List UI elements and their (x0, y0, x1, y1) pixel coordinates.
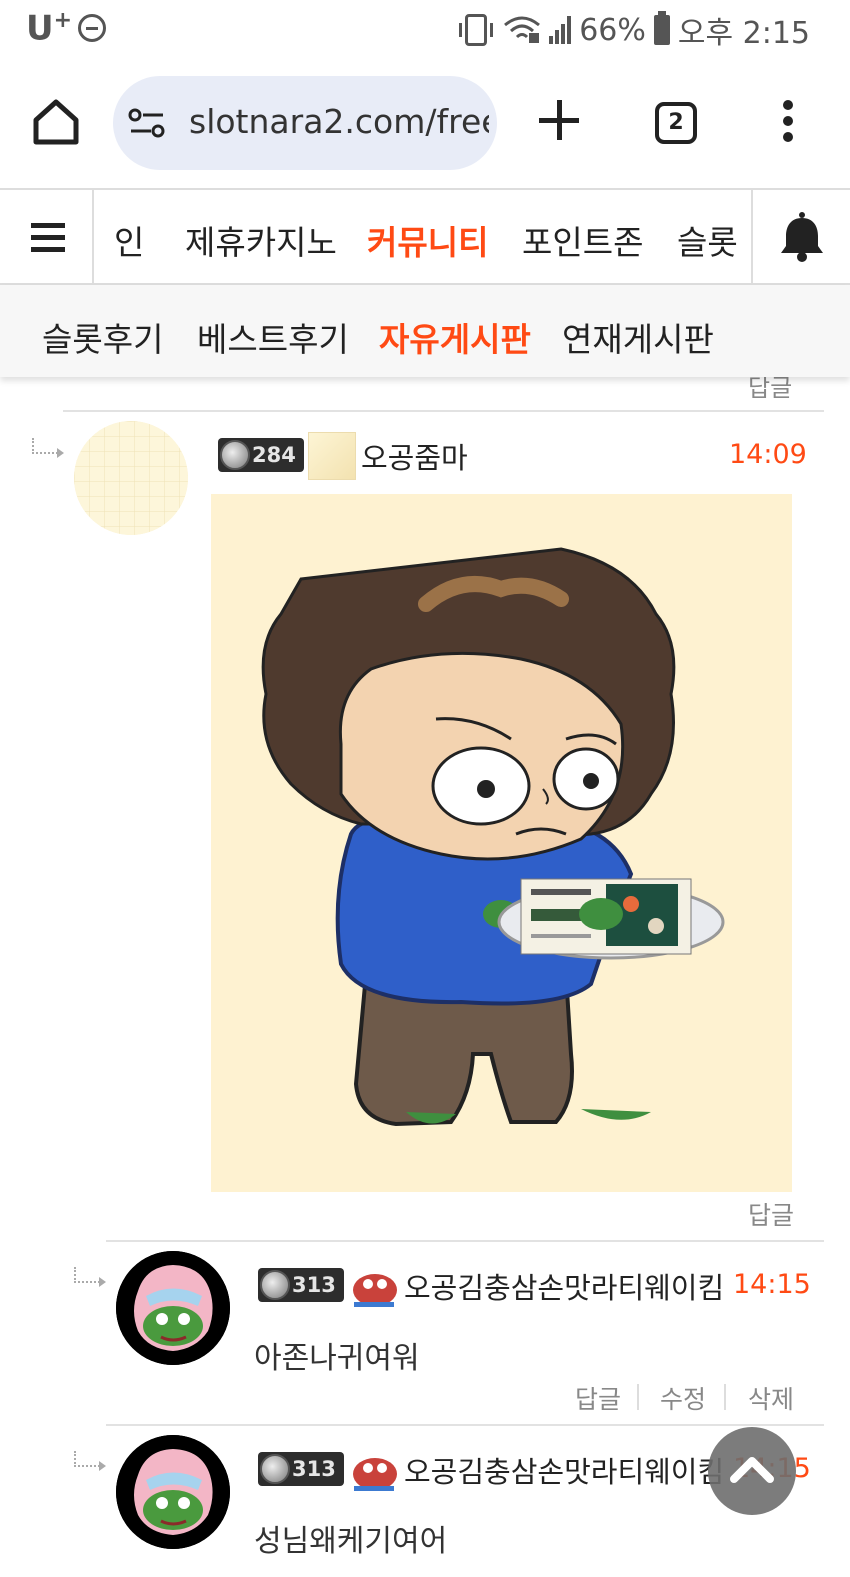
comment-text: 아존나귀여워 (254, 1341, 420, 1376)
status-bar: U+ 66% 오후 2:15 (0, 0, 850, 58)
reply-link[interactable]: 답글 (575, 1380, 621, 1416)
comment-nickname[interactable]: 오공줌마 (361, 435, 468, 477)
more-menu-icon[interactable] (778, 100, 798, 144)
signal-icon (549, 16, 572, 44)
nav-item-community[interactable]: 커뮤니티 (367, 216, 488, 264)
action-separator (637, 1384, 639, 1410)
action-separator (724, 1384, 726, 1410)
avatar[interactable] (116, 1251, 230, 1365)
site-nav: 인 제휴카지노 커뮤니티 포인트존 슬롯 (0, 188, 850, 285)
delete-link[interactable]: 삭제 (748, 1380, 794, 1416)
comment-nickname[interactable]: 오공김충삼손맛라티웨이킴 (404, 1449, 724, 1491)
browser-toolbar: slotnara2.com/free 2 (0, 58, 850, 188)
pepe-icon (353, 1274, 397, 1307)
subnav-free-board[interactable]: 자유게시판 (379, 313, 531, 361)
level-emblem-icon (260, 1270, 290, 1300)
carrier-label: U+ (26, 8, 73, 49)
new-tab-icon[interactable] (537, 98, 581, 142)
level-badge: 284 (218, 438, 304, 472)
address-bar[interactable]: slotnara2.com/free (113, 76, 497, 170)
cartoon-character-image (261, 547, 725, 1127)
nav-item-partner-casino[interactable]: 제휴카지노 (185, 216, 337, 264)
user-icon-square (308, 432, 356, 480)
comment-divider (106, 1240, 824, 1242)
level-badge: 313 (258, 1452, 344, 1486)
reply-arrow-icon (32, 438, 64, 458)
nav-item-login[interactable]: 인 (114, 216, 144, 264)
reply-arrow-icon (74, 1267, 106, 1287)
reply-link[interactable]: 답글 (748, 1196, 794, 1232)
notification-bell-icon[interactable] (751, 190, 850, 285)
nav-item-slot[interactable]: 슬롯 (677, 216, 738, 264)
do-not-disturb-icon (78, 14, 106, 42)
comment-nickname[interactable]: 오공김충삼손맛라티웨이킴 (404, 1265, 724, 1307)
avatar[interactable] (116, 1435, 230, 1549)
nav-item-point-zone[interactable]: 포인트존 (522, 216, 643, 264)
chevron-up-icon (730, 1457, 774, 1483)
home-icon[interactable] (30, 96, 82, 148)
scroll-to-top-button[interactable] (708, 1427, 796, 1515)
battery-icon (653, 11, 670, 45)
clock: 오후 2:15 (677, 16, 810, 51)
comment-image[interactable] (211, 494, 792, 1192)
reply-arrow-icon (74, 1451, 106, 1471)
subnav-slot-review[interactable]: 슬롯후기 (42, 313, 163, 361)
avatar[interactable] (74, 421, 188, 535)
comment-divider (63, 410, 824, 412)
level-emblem-icon (220, 440, 250, 470)
comment-time: 14:15 (733, 1269, 811, 1300)
subnav-best-review[interactable]: 베스트후기 (197, 313, 349, 361)
battery-percent: 66% (579, 12, 646, 48)
level-emblem-icon (260, 1454, 290, 1484)
url-text[interactable]: slotnara2.com/free (189, 102, 489, 141)
comment-text: 성님왜케기여어 (254, 1524, 448, 1559)
comment-time: 14:09 (729, 439, 807, 470)
subnav-serial-board[interactable]: 연재게시판 (562, 313, 714, 361)
comment-divider (106, 1424, 824, 1426)
edit-link[interactable]: 수정 (660, 1380, 706, 1416)
pepe-icon (353, 1458, 397, 1491)
hamburger-menu-icon[interactable] (0, 190, 94, 285)
wifi-icon (504, 16, 541, 43)
board-sub-nav: 슬롯후기 베스트후기 자유게시판 연재게시판 (0, 285, 850, 377)
level-badge: 313 (258, 1268, 344, 1302)
tab-switcher-button[interactable]: 2 (655, 102, 697, 144)
vibrate-icon (459, 14, 494, 46)
site-settings-icon[interactable] (127, 106, 167, 140)
